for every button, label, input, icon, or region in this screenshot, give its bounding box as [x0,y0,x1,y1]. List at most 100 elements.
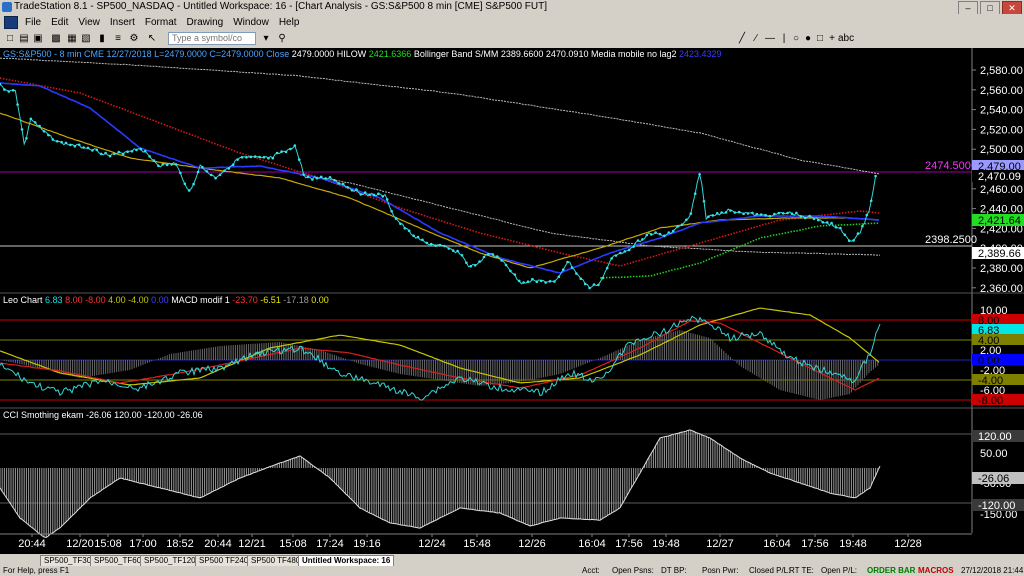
price-point [372,193,376,197]
price-tick-label: 2,380.00 [980,263,1023,275]
price-point [95,148,99,152]
menu-edit[interactable]: Edit [46,17,73,28]
price-point [579,277,583,280]
price-point [275,151,279,155]
price-point [117,150,121,154]
price-point [201,165,204,169]
time-tick-label: 16:04 [763,538,791,550]
price-point [812,217,816,221]
menu-bar: File Edit View Insert Format Drawing Win… [0,14,1024,30]
dropdown-icon[interactable]: ▾ [260,33,272,45]
insert-indicator-icon[interactable]: ≡ [112,33,124,45]
dot-tool-icon[interactable]: ● [802,33,814,45]
order-bar-button[interactable]: ORDER BAR [867,566,915,576]
print-icon[interactable]: ▩ [50,33,62,45]
price-point [82,146,85,149]
plus-icon[interactable]: + [826,33,838,45]
price-point [729,209,732,212]
menu-insert[interactable]: Insert [105,17,140,28]
new-icon[interactable]: □ [4,33,16,45]
trend-tool-icon[interactable]: ∕ [750,33,762,45]
price-point [451,249,455,252]
price-point [583,282,587,286]
price-point [311,178,314,181]
price-point [60,140,63,144]
chart-icon[interactable]: ▦ [66,33,78,45]
price-point [403,227,407,230]
save-icon[interactable]: ▣ [32,33,44,45]
menu-format[interactable]: Format [140,17,182,28]
price-point [390,209,393,213]
price-point [135,148,138,152]
cci-panel-header: CCI Smothing ekam -26.06 120.00 -120.00 … [3,410,203,420]
price-point [214,176,217,180]
cci-marker-label: 120.00 [978,431,1012,443]
circle-tool-icon[interactable]: ○ [790,33,802,45]
line-tool-icon[interactable]: ╱ [736,33,748,45]
settings-icon[interactable]: ⚙ [128,33,140,45]
maximize-button[interactable]: □ [980,1,1000,15]
menu-window[interactable]: Window [228,17,274,28]
window-title: TradeStation 8.1 - SP500_NASDAQ - Untitl… [14,1,547,12]
price-point [385,198,389,201]
cursor-icon[interactable]: ↖ [146,33,158,45]
price-point [293,144,297,147]
price-point [328,176,332,179]
leo-panel-header: Leo Chart 6.83 8.00 -8.00 4.00 -4.00 0.0… [3,295,329,305]
price-point [619,251,622,255]
price-point [733,211,737,214]
time-tick-label: 12/21 [238,538,266,550]
vertical-line-icon[interactable]: | [778,33,790,45]
header-value: -17.18 [283,295,311,305]
price-point [561,268,565,271]
price-point [852,239,855,242]
workspace-icon[interactable] [4,15,18,29]
price-point [104,151,107,155]
text-tool-icon[interactable]: abc [838,33,854,45]
price-point [707,215,710,218]
price-point [803,216,807,220]
grid-icon[interactable]: ▧ [80,33,92,45]
price-point [548,280,552,283]
close-button[interactable]: ✕ [1002,1,1022,15]
price-point [469,264,473,268]
price-point [482,255,486,259]
menu-view[interactable]: View [73,17,105,28]
price-point [856,232,860,235]
open-folder-icon[interactable]: ▤ [18,33,30,45]
zoom-icon[interactable]: ⚲ [276,33,288,45]
horizontal-line-icon[interactable]: — [764,33,776,45]
price-tick-label: 2,440.00 [980,204,1023,216]
time-tick-label: 17:56 [801,538,829,550]
price-point [130,150,134,153]
price-point [597,283,600,287]
price-point [11,89,15,92]
header-value: 0.00 [311,295,329,305]
price-point [495,255,499,258]
minimize-button[interactable]: – [958,1,978,15]
menu-file[interactable]: File [20,17,46,28]
price-point [55,140,59,143]
price-point [73,145,77,148]
app-icon [2,2,12,12]
price-point [29,117,33,121]
macros-button[interactable]: MACROS [918,566,954,576]
price-point [209,173,213,177]
price-tick-label: 2,500.00 [980,144,1023,156]
price-point [861,224,864,228]
rectangle-tool-icon[interactable]: □ [814,33,826,45]
price-point [592,283,596,286]
menu-help[interactable]: Help [274,17,305,28]
symbol-input[interactable] [168,32,256,45]
header-value: Bollinger Band S/MM [414,49,501,59]
bar-chart-icon[interactable]: ▮ [96,33,108,45]
status-posn-pwr: Posn Pwr: [702,566,739,575]
price-point [764,213,767,217]
price-point [69,143,72,147]
price-point [289,147,292,151]
chart-area[interactable]: 2,580.00 2,560.00 2,540.00 2,520.00 2,500.00… [0,48,1024,554]
price-point [245,156,248,159]
header-value: 2421.6366 [369,49,414,59]
menu-drawing[interactable]: Drawing [182,17,229,28]
time-tick-label: 12/24 [418,538,446,550]
